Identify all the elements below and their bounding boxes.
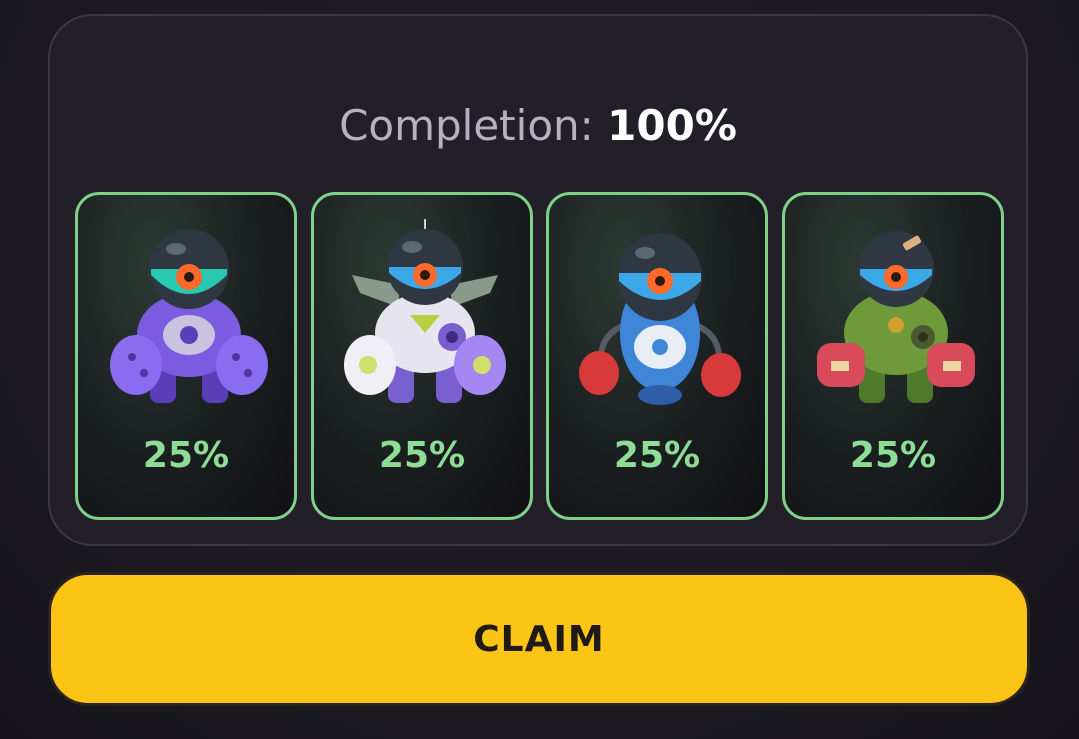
robot-card-3[interactable]: 25% <box>546 192 768 520</box>
completion-status: Completion: 100% <box>50 98 1026 154</box>
green-red-mech-robot-icon <box>817 231 975 403</box>
robot-card-1[interactable]: 25% <box>75 192 297 520</box>
game-screen: Completion: 100% 25% 25% 25% 25% CLAIM <box>0 0 1079 739</box>
completion-label: Completion: <box>339 101 594 150</box>
robot-card-2[interactable]: 25% <box>311 192 533 520</box>
robot-cards: 25% 25% 25% 25% <box>75 192 1005 520</box>
blue-boxer-robot-icon <box>579 233 741 405</box>
robot-card-4[interactable]: 25% <box>782 192 1004 520</box>
robot-percent: 25% <box>142 435 230 476</box>
purple-mech-robot-icon <box>110 229 268 403</box>
robot-percent: 25% <box>378 435 466 476</box>
completion-value: 100% <box>607 101 737 150</box>
robot-percent: 25% <box>613 435 701 476</box>
robot-percent: 25% <box>849 435 937 476</box>
collection-panel: Completion: 100% 25% 25% 25% 25% <box>48 14 1028 546</box>
claim-button-label: CLAIM <box>473 618 605 660</box>
white-purple-winged-robot-icon <box>344 219 506 403</box>
claim-button[interactable]: CLAIM <box>48 572 1030 706</box>
